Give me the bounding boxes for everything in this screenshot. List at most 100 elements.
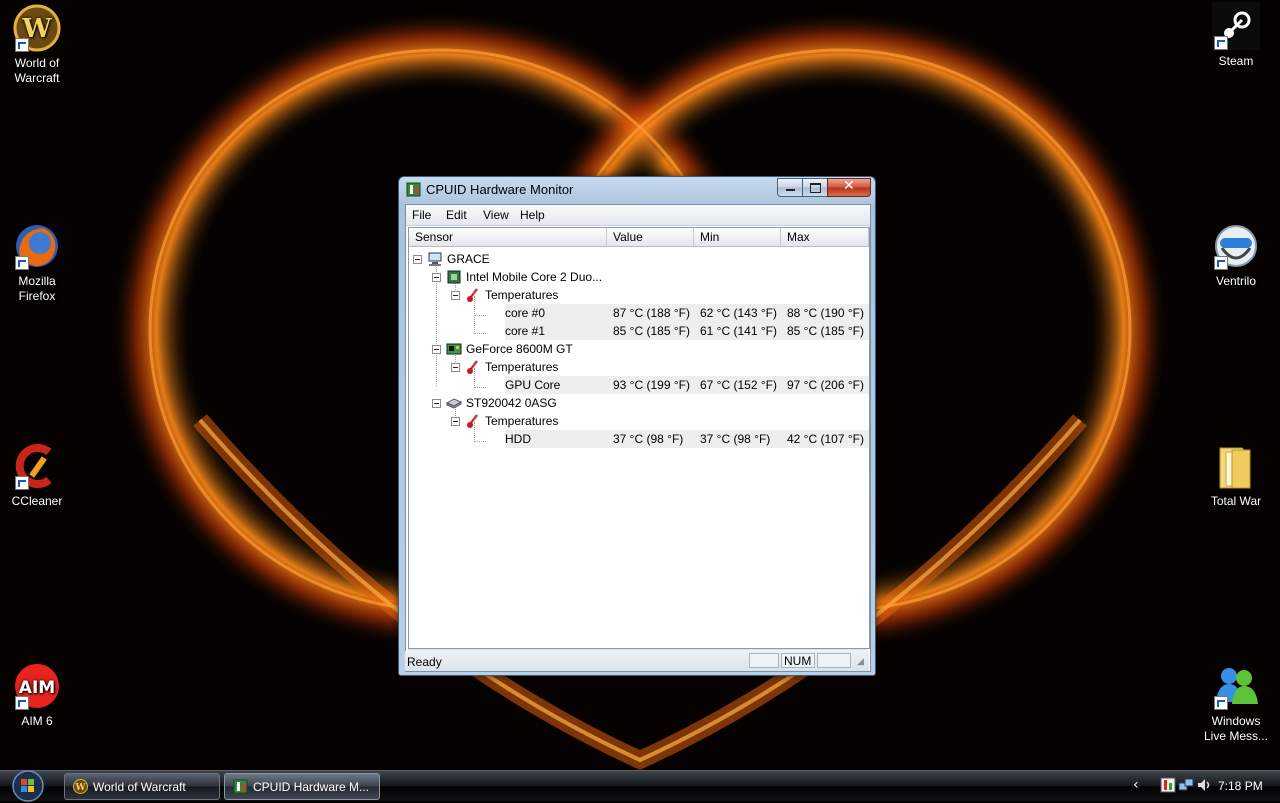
folder-icon [1212,442,1260,490]
tree-row-grace[interactable]: GRACE [409,250,869,268]
gpu-icon [446,343,462,355]
desktop-icon-total-war[interactable]: Total War [1198,442,1274,509]
computer-icon [428,252,442,266]
max-cell: 42 °C (107 °F) [787,432,864,446]
collapse-icon[interactable] [432,345,441,354]
app-icon [406,182,421,197]
menu-edit[interactable]: Edit [446,208,467,222]
tree-row-hdd[interactable]: HDD 37 °C (98 °F) 37 °C (98 °F) 42 °C (1… [409,430,869,448]
menu-file[interactable]: File [412,208,431,222]
sensor-tree-list[interactable]: Sensor Value Min Max GRACE Intel Mobile … [408,227,870,649]
sensor-label: core #0 [505,306,546,320]
tree-label: Temperatures [485,288,559,302]
min-cell: 67 °C (152 °F) [700,378,777,392]
value-cell: 37 °C (98 °F) [613,432,684,446]
menu-view[interactable]: View [483,208,509,222]
minimize-icon [786,189,795,191]
desktop-icon-steam[interactable]: Steam [1198,2,1274,69]
close-button[interactable]: ✕ [827,178,871,197]
firefox-icon [13,222,61,270]
menu-help[interactable]: Help [520,208,545,222]
tree-label: Temperatures [485,360,559,374]
cpuid-tray-icon[interactable] [1160,777,1176,793]
window-client-area: File Edit View Help Sensor Value Min Max [405,204,871,672]
column-min[interactable]: Min [694,228,781,246]
shortcut-arrow-icon [15,696,29,710]
close-icon: ✕ [843,178,855,194]
taskbar-button-label: World of Warcraft [93,780,186,794]
menu-bar: File Edit View Help [406,205,870,226]
tree-row-temperatures[interactable]: Temperatures [409,286,869,304]
value-cell: 93 °C (199 °F) [613,378,690,392]
tree-row-core-0[interactable]: core #0 87 °C (188 °F) 62 °C (143 °F) 88… [409,304,869,322]
collapse-icon[interactable] [413,255,422,264]
svg-text:AIM: AIM [19,678,55,698]
desktop-icon-label: Steam [1218,54,1254,68]
column-value[interactable]: Value [607,228,694,246]
shortcut-arrow-icon [15,38,29,52]
collapse-icon[interactable] [451,291,460,300]
tree-row-temperatures[interactable]: Temperatures [409,358,869,376]
desktop-icon-label: Windows Live Mess... [1203,714,1269,743]
cpu-icon [447,270,461,284]
desktop-icon-windows-live-messenger[interactable]: Windows Live Mess... [1198,662,1274,744]
status-panel [749,653,779,668]
tree-label: GeForce 8600M GT [466,342,573,356]
shortcut-arrow-icon [1214,256,1228,270]
show-hidden-icons-chevron-icon[interactable]: ‹ [1133,777,1139,793]
collapse-icon[interactable] [451,363,460,372]
taskbar: W World of Warcraft CPUID Hardware M... … [0,769,1280,803]
tree-label: ST920042 0ASG [466,396,557,410]
desktop-icon-world-of-warcraft[interactable]: W World of Warcraft [0,4,75,86]
collapse-icon[interactable] [432,399,441,408]
desktop-icon-mozilla-firefox[interactable]: Mozilla Firefox [0,222,75,304]
min-cell: 62 °C (143 °F) [700,306,777,320]
tree-row-gpu[interactable]: GeForce 8600M GT [409,340,869,358]
aim-icon: AIM [13,662,61,710]
title-bar[interactable]: CPUID Hardware Monitor ✕ [399,177,875,203]
steam-icon [1212,2,1260,50]
taskbar-button-world-of-warcraft[interactable]: W World of Warcraft [64,773,220,800]
desktop-icon-label: Mozilla Firefox [18,274,56,303]
desktop-icon-label: CCleaner [11,494,63,508]
tree-row-gpu-core[interactable]: GPU Core 93 °C (199 °F) 67 °C (152 °F) 9… [409,376,869,394]
tree-row-core-1[interactable]: core #1 85 °C (185 °F) 61 °C (141 °F) 85… [409,322,869,340]
min-cell: 61 °C (141 °F) [700,324,777,338]
taskbar-button-cpuid[interactable]: CPUID Hardware M... [224,773,380,800]
desktop-icon-ccleaner[interactable]: CCleaner [0,442,75,509]
column-sensor[interactable]: Sensor [409,228,607,246]
system-clock[interactable]: 7:18 PM [1218,779,1263,793]
value-cell: 85 °C (185 °F) [613,324,690,338]
tree-row-temperatures[interactable]: Temperatures [409,412,869,430]
shortcut-arrow-icon [15,256,29,270]
world-of-warcraft-icon: W [13,4,61,52]
network-icon[interactable] [1178,777,1194,793]
shortcut-arrow-icon [1214,696,1228,710]
column-max[interactable]: Max [781,228,869,246]
maximize-icon [810,183,821,193]
messenger-icon [1212,662,1260,710]
start-button[interactable] [8,769,48,803]
sensor-label: HDD [505,432,531,446]
minimize-button[interactable] [777,178,803,197]
tree-row-hdd-device[interactable]: ST920042 0ASG [409,394,869,412]
desktop-icon-aim[interactable]: AIM AIM 6 [0,662,75,729]
collapse-icon[interactable] [432,273,441,282]
max-cell: 97 °C (206 °F) [787,378,864,392]
maximize-button[interactable] [802,178,828,197]
desktop-icon-ventrilo[interactable]: Ventrilo [1198,222,1274,289]
column-header: Sensor Value Min Max [409,228,869,247]
tree-label: GRACE [447,252,490,266]
tree-label: Intel Mobile Core 2 Duo... [466,270,603,284]
app-icon [233,779,248,794]
tree-label: Temperatures [485,414,559,428]
world-of-warcraft-icon: W [73,779,88,794]
shortcut-arrow-icon [1214,36,1228,50]
tree-row-cpu[interactable]: Intel Mobile Core 2 Duo... [409,268,869,286]
collapse-icon[interactable] [451,417,460,426]
volume-icon[interactable] [1196,777,1212,793]
resize-grip-icon[interactable]: ◢ [857,657,864,667]
sensor-label: GPU Core [505,378,561,392]
thermometer-icon [467,360,479,374]
hdd-icon [446,398,462,409]
